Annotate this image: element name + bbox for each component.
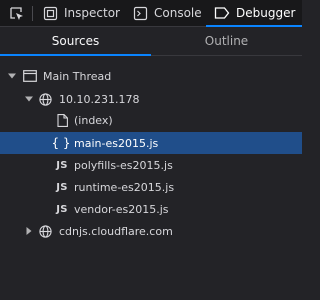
chevron-down-icon[interactable] — [7, 65, 17, 87]
file-icon — [54, 109, 70, 131]
tree-item-label: Main Thread — [43, 69, 112, 83]
globe-icon — [37, 88, 53, 110]
tree-item-label: main-es2015.js — [74, 136, 159, 150]
tree-item-file[interactable]: JS runtime-es2015.js — [0, 176, 302, 198]
chevron-down-icon[interactable] — [24, 88, 34, 110]
console-icon — [133, 6, 148, 21]
js-icon: JS — [56, 181, 68, 193]
js-icon: JS — [56, 159, 68, 171]
element-picker-icon[interactable] — [8, 5, 25, 22]
tab-inspector-label: Inspector — [64, 6, 120, 20]
tab-debugger-label: Debugger — [236, 6, 296, 20]
tree-item-label: polyfills-es2015.js — [74, 158, 173, 172]
tree-item-label: runtime-es2015.js — [74, 180, 175, 194]
devtools-toolbar: Inspector Console Debugger — [0, 0, 302, 27]
tab-outline[interactable]: Outline — [151, 27, 302, 55]
active-subtab-indicator — [0, 54, 151, 56]
inspector-icon — [43, 6, 58, 21]
debugger-icon — [214, 6, 230, 20]
devtools-window: Inspector Console Debugger Sources Outli… — [0, 0, 302, 300]
tree-item-file-selected[interactable]: { } main-es2015.js — [0, 132, 302, 154]
tree-item-label: vendor-es2015.js — [74, 202, 169, 216]
sources-subtabs: Sources Outline — [0, 27, 302, 56]
tree-item-host[interactable]: 10.10.231.178 — [0, 88, 302, 110]
tab-debugger[interactable]: Debugger — [214, 0, 295, 26]
window-icon — [22, 65, 38, 87]
tree-item-label: cdnjs.cloudflare.com — [59, 224, 173, 238]
toolbar-divider — [32, 6, 33, 21]
tree-item-file[interactable]: JS vendor-es2015.js — [0, 198, 302, 220]
tree-item-label: 10.10.231.178 — [59, 92, 140, 106]
tab-console-label: Console — [154, 6, 202, 20]
tree-item-label: (index) — [74, 113, 113, 127]
braces-icon: { } — [51, 136, 71, 150]
js-icon: JS — [56, 203, 68, 215]
tab-console[interactable]: Console — [133, 0, 202, 26]
tab-inspector[interactable]: Inspector — [43, 0, 120, 26]
tree-item-file[interactable]: JS polyfills-es2015.js — [0, 154, 302, 176]
globe-icon — [37, 220, 53, 242]
tab-sources[interactable]: Sources — [0, 27, 151, 55]
tree-item-main-thread[interactable]: Main Thread — [0, 65, 302, 87]
chevron-right-icon[interactable] — [24, 220, 34, 242]
tree-item-file[interactable]: (index) — [0, 109, 302, 131]
tree-item-host[interactable]: cdnjs.cloudflare.com — [0, 220, 302, 242]
